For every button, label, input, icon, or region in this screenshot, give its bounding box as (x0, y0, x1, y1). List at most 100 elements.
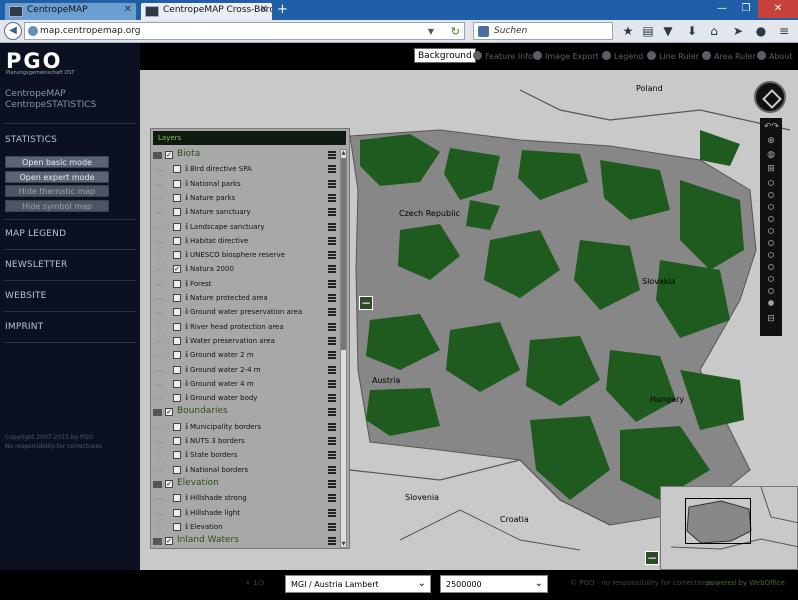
layer-group-row[interactable]: ✓ Biota (153, 149, 339, 163)
layer-menu-icon[interactable] (328, 336, 336, 345)
layer-menu-icon[interactable] (328, 479, 336, 488)
layer-menu-icon[interactable] (328, 508, 336, 517)
folder-icon[interactable] (153, 480, 162, 488)
dropdown-arrow-icon[interactable]: ▼ (428, 27, 434, 36)
layer-checkbox[interactable] (173, 351, 181, 360)
layer-menu-icon[interactable] (328, 422, 336, 431)
nav-map-legend[interactable]: MAP LEGEND (5, 229, 66, 239)
hide-symbol-map-button[interactable]: Hide symbol map (5, 200, 109, 212)
folder-icon[interactable] (153, 409, 162, 417)
browser-tab-centropemap[interactable]: CentropeMAP ✕ (4, 2, 137, 20)
zoom-level-dot[interactable] (768, 204, 774, 210)
brand-centropestatistics[interactable]: CentropeSTATISTICS (5, 100, 96, 110)
projection-select[interactable]: MGI / Austria Lambert ⌄ (285, 575, 431, 593)
info-icon[interactable]: ℹ (185, 493, 188, 502)
back-arrow-icon[interactable]: ◀ (4, 22, 22, 40)
layer-checkbox[interactable] (173, 465, 181, 474)
layer-menu-icon[interactable] (328, 279, 336, 288)
layer-checkbox[interactable] (173, 508, 181, 517)
layer-menu-icon[interactable] (328, 322, 336, 331)
layer-row[interactable]: ⋯ ℹ Forest (153, 278, 339, 292)
layer-checkbox[interactable] (173, 279, 181, 288)
layer-menu-icon[interactable] (328, 151, 336, 159)
layer-checkbox[interactable] (173, 437, 181, 445)
layer-menu-icon[interactable] (328, 222, 336, 231)
scale-select[interactable]: 2500000 ⌄ (440, 575, 548, 593)
collapse-overview-button[interactable]: − (645, 551, 659, 565)
layer-checkbox[interactable] (173, 422, 181, 431)
layer-menu-icon[interactable] (328, 351, 336, 360)
info-icon[interactable]: ℹ (185, 264, 188, 273)
zoom-out-icon[interactable]: ⊟ (764, 314, 778, 324)
nav-statistics[interactable]: STATISTICS (5, 135, 57, 145)
zoom-level-dot[interactable] (768, 240, 774, 246)
layer-checkbox[interactable] (173, 336, 181, 345)
layer-menu-icon[interactable] (328, 265, 336, 274)
info-icon[interactable]: ℹ (185, 350, 188, 359)
undo-icon[interactable]: ↶↷ (764, 122, 779, 132)
info-icon[interactable]: ℹ (185, 307, 188, 316)
globe-icon[interactable]: ◍ (764, 150, 778, 160)
layer-checkbox[interactable] (173, 522, 181, 531)
layer-row[interactable]: ⋯ ℹ National parks (153, 178, 339, 192)
line-ruler-tool[interactable]: Line Ruler (647, 51, 699, 61)
layer-row[interactable]: ⋯ ℹ Ground water 4 m (153, 378, 339, 392)
open-expert-mode-button[interactable]: Open expert mode (5, 171, 109, 183)
info-icon[interactable]: ℹ (185, 465, 188, 474)
zoom-level-dot[interactable] (768, 180, 774, 186)
feature-info-tool[interactable]: Feature Info (473, 51, 533, 61)
menu-icon[interactable]: ≡ (777, 24, 791, 38)
layer-menu-icon[interactable] (328, 394, 336, 403)
hide-thematic-map-button[interactable]: Hide thematic map (5, 185, 109, 197)
image-export-tool[interactable]: Image Export (533, 51, 599, 61)
search-input[interactable]: Suchen (473, 22, 613, 40)
close-tab-icon[interactable]: ✕ (260, 4, 268, 15)
folder-icon[interactable] (153, 152, 162, 159)
maximize-icon[interactable]: ❐ (734, 0, 758, 18)
layer-row[interactable]: ⋯ ℹ Municipality borders (153, 421, 339, 435)
info-icon[interactable]: ℹ (185, 336, 188, 345)
info-icon[interactable]: ℹ (185, 293, 188, 302)
layer-menu-icon[interactable] (328, 365, 336, 374)
layer-row[interactable]: ⋯ ℹ Ground water 2-4 m (153, 364, 339, 378)
layer-row[interactable]: ⋯ ℹ Nature protected area (153, 292, 339, 306)
layer-checkbox[interactable] (173, 379, 181, 388)
layer-menu-icon[interactable] (328, 294, 336, 302)
scroll-down-icon[interactable]: ▼ (341, 541, 346, 547)
layer-row[interactable]: ⋯ ℹ Habitat directive (153, 235, 339, 249)
pan-control[interactable] (754, 81, 786, 113)
layers-scrollbar[interactable]: ▲ ▼ (340, 149, 347, 548)
layer-checkbox[interactable] (173, 308, 181, 317)
zoom-level-dot[interactable] (768, 216, 774, 222)
scroll-up-icon[interactable]: ▲ (341, 150, 346, 156)
zoom-level-dot[interactable] (768, 264, 774, 270)
layer-menu-icon[interactable] (328, 179, 336, 188)
layer-row[interactable]: ⋯ ℹ Landscape sanctuary (153, 221, 339, 235)
open-basic-mode-button[interactable]: Open basic mode (5, 156, 109, 168)
info-icon[interactable]: ℹ (185, 450, 188, 459)
address-bar[interactable]: map.centropemap.org ▼ ↻ (24, 22, 465, 40)
info-icon[interactable]: ℹ (185, 436, 188, 445)
layer-row[interactable]: ⋯ ℹ State borders (153, 449, 339, 463)
layer-checkbox[interactable] (173, 294, 181, 302)
layer-row[interactable]: ⋯ ℹ Nature parks (153, 192, 339, 206)
overview-extent-box[interactable] (685, 498, 751, 544)
layer-menu-icon[interactable] (328, 236, 336, 245)
send-icon[interactable]: ➤ (731, 24, 745, 38)
info-icon[interactable]: ℹ (185, 207, 188, 216)
info-icon[interactable]: ℹ (185, 365, 188, 374)
layer-checkbox[interactable]: ✓ (165, 408, 173, 417)
layer-menu-icon[interactable] (328, 465, 336, 474)
pocket-icon[interactable]: ▼ (661, 24, 675, 38)
layer-row[interactable]: ⋯ ✓ ℹ Natura 2000 (153, 263, 339, 277)
layer-menu-icon[interactable] (328, 208, 336, 217)
layer-checkbox[interactable] (173, 179, 181, 188)
info-icon[interactable]: ℹ (185, 164, 188, 173)
layer-row[interactable]: ⋯ ℹ Water preservation area (153, 335, 339, 349)
overview-map[interactable] (660, 486, 798, 570)
layer-checkbox[interactable]: ✓ (165, 537, 173, 546)
info-icon[interactable]: ℹ (185, 250, 188, 259)
chat-icon[interactable]: ● (754, 24, 768, 38)
zoom-level-dot[interactable] (768, 252, 774, 258)
layer-checkbox[interactable] (173, 394, 181, 403)
